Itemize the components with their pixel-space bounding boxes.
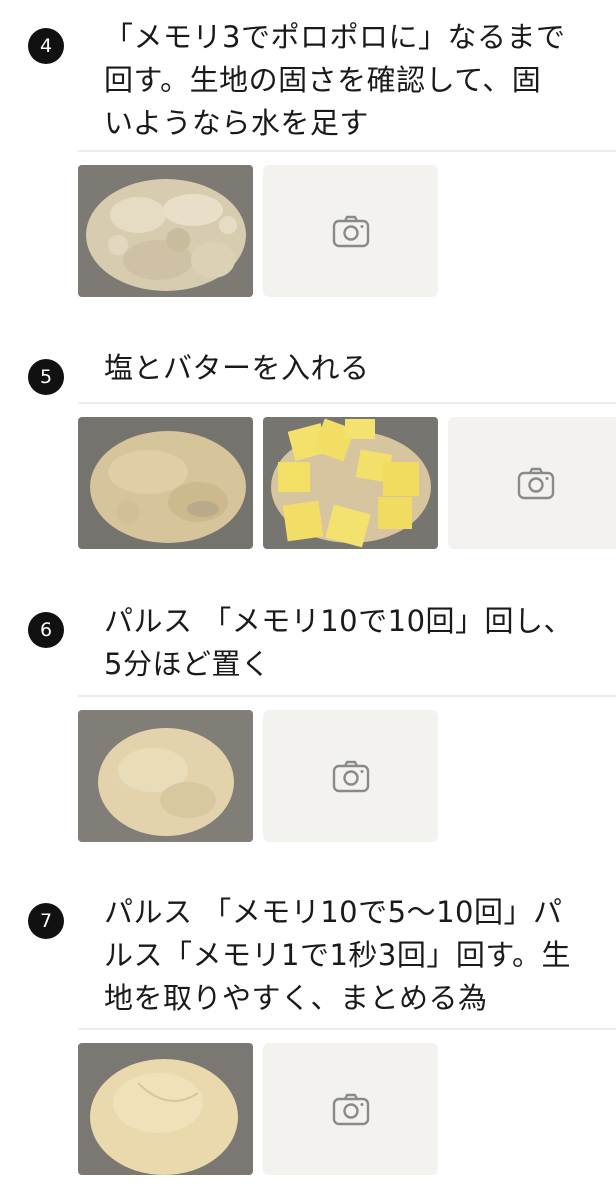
step-instruction: 「メモリ3でポロポロに」なるまで 回す。生地の固さを確認して、固 いようなら水を… [104,20,566,140]
step-instruction: パルス 「メモリ10で10回」回し、 5分ほど置く [104,604,574,681]
camera-icon [332,215,369,248]
camera-icon [332,760,369,793]
step-photo[interactable] [78,710,253,842]
camera-icon [332,1093,369,1126]
divider [78,695,616,697]
step-number-badge: 5 [28,359,64,395]
add-photo-button[interactable] [263,1043,438,1175]
step-number-badge: 4 [28,28,64,64]
add-photo-button[interactable] [448,417,616,549]
camera-icon [517,467,554,500]
salted-dough-photo [78,417,253,549]
divider [78,402,616,404]
butter-cubes-photo [263,417,438,549]
add-photo-button[interactable] [263,165,438,297]
divider [78,150,616,152]
dough-ball-photo [78,1043,253,1175]
step-number-badge: 6 [28,612,64,648]
step-instruction: 塩とバターを入れる [104,351,370,385]
step-photo[interactable] [78,417,253,549]
step-number-badge: 7 [28,903,64,939]
rested-dough-photo [78,710,253,842]
divider [78,1028,616,1030]
add-photo-button[interactable] [263,710,438,842]
step-photo[interactable] [78,165,253,297]
crumbly-dough-photo [78,165,253,297]
step-photo[interactable] [263,417,438,549]
step-instruction: パルス 「メモリ10で5〜10回」パ ルス「メモリ1で1秒3回」回す。生 地を取… [104,895,571,1015]
step-photo[interactable] [78,1043,253,1175]
